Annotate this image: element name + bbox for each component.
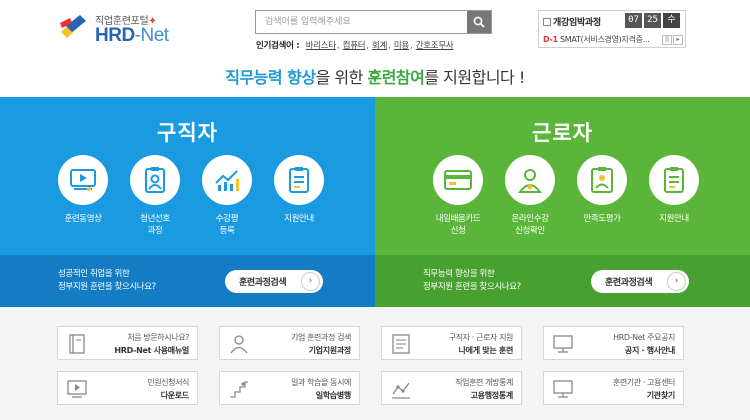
worker-panel: 근로자 내일배움카드 신청 온라인수강 신청확인 만족도평가 지원안내 직무능력… bbox=[375, 97, 750, 307]
calendar-icon bbox=[543, 18, 551, 26]
popular-keyword[interactable]: 바리스타 bbox=[306, 41, 336, 51]
quick-link-notice[interactable]: HRD-Net 주요공지 공지 · 행사안내 bbox=[543, 326, 684, 360]
hrd-net-logo[interactable]: 직업훈련포털✦ HRD-Net bbox=[58, 10, 188, 48]
stairs-icon bbox=[230, 381, 248, 398]
worker-course-search-button[interactable]: 훈련과정검색 › bbox=[591, 270, 689, 293]
video-icon bbox=[70, 169, 96, 191]
header: 직업훈련포털✦ HRD-Net 인기검색어 : 바리스타, 컴퓨터, 회계, 미… bbox=[0, 0, 750, 58]
quick-link-company-course[interactable]: 기업 훈련과정 검색 기업지원과정 bbox=[219, 326, 360, 360]
course-review-item[interactable]: 수강평 등록 bbox=[196, 155, 258, 237]
learning-card-item[interactable]: 내일배움카드 신청 bbox=[427, 155, 489, 237]
satisfaction-survey-item[interactable]: 만족도평가 bbox=[571, 155, 633, 225]
search-button[interactable] bbox=[467, 11, 491, 33]
video-icon bbox=[67, 380, 87, 398]
date-day: 25 bbox=[644, 13, 661, 28]
jobseeker-search-bar: 성공적인 취업을 위한 정부지원 훈련을 찾으시나요? 훈련과정검색 › bbox=[0, 255, 375, 307]
chevron-right-icon: › bbox=[301, 272, 320, 291]
badge-icon bbox=[145, 167, 165, 193]
search-box bbox=[255, 10, 492, 34]
online-course-check-item[interactable]: 온라인수강 신청확인 bbox=[499, 155, 561, 237]
popular-keyword[interactable]: 간호조무사 bbox=[416, 41, 454, 51]
quick-link-manual[interactable]: 처음 방문하시나요? HRD-Net 사용매뉴얼 bbox=[57, 326, 198, 360]
book-icon bbox=[69, 334, 85, 354]
quick-link-statistics[interactable]: 직업훈련 개방통계 고용행정통계 bbox=[381, 371, 522, 405]
monitor-icon bbox=[553, 335, 573, 353]
document-icon bbox=[289, 167, 309, 193]
search-icon bbox=[473, 16, 485, 28]
jobseeker-course-search-button[interactable]: 훈련과정검색 › bbox=[225, 270, 323, 293]
document-icon bbox=[664, 167, 684, 193]
quick-link-find-institution[interactable]: 훈련기관 · 고용센터 기관찾기 bbox=[543, 371, 684, 405]
popular-keyword[interactable]: 회계 bbox=[372, 41, 387, 51]
popular-keyword[interactable]: 미용 bbox=[394, 41, 409, 51]
upcoming-course-notice: 개강임박과정 07 25 수 D-1 SMAT(서비스경영)자격증... || … bbox=[538, 10, 686, 48]
logo-brand: HRD-Net bbox=[95, 25, 169, 46]
chevron-right-icon: › bbox=[667, 272, 686, 291]
person-icon bbox=[518, 169, 542, 193]
list-icon bbox=[392, 334, 410, 354]
logo-mark-icon bbox=[60, 15, 86, 38]
jobseeker-panel: 구직자 훈련동영상 청년선호 과정 수강평 등록 지원안내 성공적인 취업을 위… bbox=[0, 97, 375, 307]
worker-search-bar: 직무능력 향상을 위한 정부지원 훈련을 찾으시나요? 훈련과정검색 › bbox=[375, 255, 750, 307]
worker-support-item[interactable]: 지원안내 bbox=[643, 155, 705, 225]
card-icon bbox=[444, 170, 472, 190]
popular-keywords: 인기검색어 : 바리스타, 컴퓨터, 회계, 미용, 간호조무사 bbox=[256, 41, 454, 51]
jobseeker-support-item[interactable]: 지원안내 bbox=[268, 155, 330, 225]
slogan: 직무능력 향상을 위한 훈련참여를 지원합니다 ! bbox=[225, 68, 525, 87]
quick-link-forms-download[interactable]: 민원신청서식 다운로드 bbox=[57, 371, 198, 405]
id-icon bbox=[591, 167, 613, 193]
youth-course-item[interactable]: 청년선호 과정 bbox=[124, 155, 186, 237]
pause-button[interactable]: || bbox=[662, 35, 672, 45]
popular-keywords-label: 인기검색어 : bbox=[256, 41, 300, 51]
jobseeker-title: 구직자 bbox=[157, 121, 218, 145]
popular-keyword[interactable]: 컴퓨터 bbox=[343, 41, 366, 51]
person-icon bbox=[230, 335, 248, 354]
worker-description: 직무능력 향상을 위한 정부지원 훈련을 찾으시나요? bbox=[423, 269, 521, 292]
notice-course-link[interactable]: D-1 SMAT(서비스경영)자격증... bbox=[543, 34, 661, 45]
worker-title: 근로자 bbox=[532, 121, 593, 145]
search-input[interactable] bbox=[256, 11, 468, 33]
jobseeker-description: 성공적인 취업을 위한 정부지원 훈련을 찾으시나요? bbox=[58, 269, 156, 292]
quick-link-matching-training[interactable]: 구직자 · 근로자 지원 나에게 맞는 훈련 bbox=[381, 326, 522, 360]
stats-icon bbox=[392, 382, 410, 399]
notice-title: 개강임박과정 bbox=[543, 15, 601, 28]
next-button[interactable]: ▸ bbox=[673, 35, 683, 45]
training-video-item[interactable]: 훈련동영상 bbox=[52, 155, 114, 225]
chart-icon bbox=[215, 170, 239, 191]
date-weekday: 수 bbox=[663, 13, 680, 28]
date-month: 07 bbox=[625, 13, 642, 28]
monitor-icon bbox=[553, 380, 573, 398]
quick-link-work-learning[interactable]: 일과 학습을 동시에 일학습병행 bbox=[219, 371, 360, 405]
